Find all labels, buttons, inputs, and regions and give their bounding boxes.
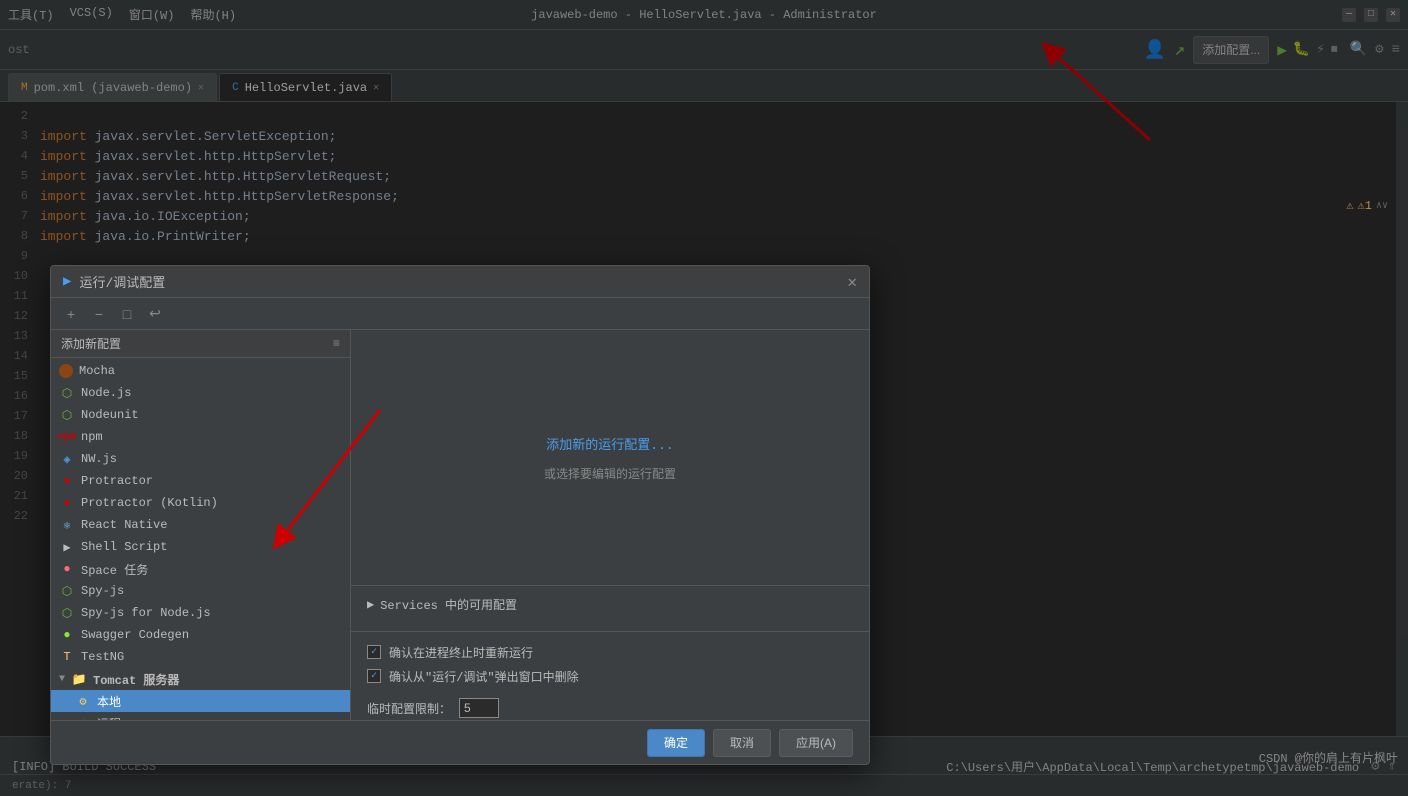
mocha-icon [59,364,73,378]
checkbox-row-delete: 确认从"运行/调试"弹出窗口中删除 [367,664,853,688]
config-item-nwjs[interactable]: ◈ NW.js [51,448,350,470]
config-item-npm[interactable]: npm npm [51,426,350,448]
config-item-nodejs-label: Node.js [81,386,131,400]
checkbox-restart-label: 确认在进程终止时重新运行 [389,644,533,661]
config-list-items[interactable]: Mocha ⬡ Node.js ⬡ Nodeunit npm npm ◈ NW.… [51,358,350,720]
config-item-remote[interactable]: ⚙ 远程 [51,712,350,720]
config-item-protractor[interactable]: ● Protractor [51,470,350,492]
dialog-copy-button[interactable]: □ [115,302,139,326]
checkbox-delete[interactable] [367,669,381,683]
config-item-nodeunit[interactable]: ⬡ Nodeunit [51,404,350,426]
config-item-nodeunit-label: Nodeunit [81,408,139,422]
cancel-button[interactable]: 取消 [713,729,771,757]
config-item-testng[interactable]: T TestNG [51,646,350,668]
config-right-panel: 添加新的运行配置... 或选择要编辑的运行配置 ▶ Services 中的可用配… [351,330,869,720]
nwjs-icon: ◈ [59,451,75,467]
checkbox-delete-label: 确认从"运行/调试"弹出窗口中删除 [389,668,579,685]
config-item-shell-script[interactable]: ▶ Shell Script [51,536,350,558]
add-config-link[interactable]: 添加新的运行配置... [546,434,673,453]
services-header-text: Services 中的可用配置 [380,596,517,613]
apply-button[interactable]: 应用(A) [779,729,853,757]
dialog-footer: 确定 取消 应用(A) [51,720,869,764]
config-list-panel: 添加新配置 ≡ Mocha ⬡ Node.js ⬡ Nodeunit npm [51,330,351,720]
limit-row: 临时配置限制： [351,696,869,720]
ok-button[interactable]: 确定 [647,729,705,757]
shell-script-icon: ▶ [59,539,75,555]
config-item-tomcat-label: Tomcat 服务器 [93,671,179,688]
spyjs-icon: ⬡ [59,583,75,599]
limit-input[interactable] [459,698,499,718]
config-item-testng-label: TestNG [81,650,124,664]
nodeunit-icon: ⬡ [59,407,75,423]
config-item-space[interactable]: ● Space 任务 [51,558,350,580]
config-item-spyjs-label: Spy-js [81,584,124,598]
dialog-titlebar: ▶ 运行/调试配置 ✕ [51,266,869,298]
spyjs-nodejs-icon: ⬡ [59,605,75,621]
add-config-hint: 或选择要编辑的运行配置 [544,465,676,482]
dialog-add-button[interactable]: + [59,302,83,326]
config-item-protractor-kotlin-label: Protractor (Kotlin) [81,496,218,510]
config-item-swagger[interactable]: ● Swagger Codegen [51,624,350,646]
config-item-mocha[interactable]: Mocha [51,360,350,382]
testng-icon: T [59,649,75,665]
dialog-toolbar: + − □ ↩ [51,298,869,330]
config-center-area: 添加新的运行配置... 或选择要编辑的运行配置 [351,330,869,585]
services-arrow-icon: ▶ [367,597,374,612]
config-item-nodejs[interactable]: ⬡ Node.js [51,382,350,404]
config-list-header: 添加新配置 ≡ [51,330,350,358]
tomcat-folder-icon: 📁 [71,671,87,687]
dialog-body: 添加新配置 ≡ Mocha ⬡ Node.js ⬡ Nodeunit npm [51,330,869,720]
run-debug-config-dialog: ▶ 运行/调试配置 ✕ + − □ ↩ 添加新配置 ≡ Mocha ⬡ [50,265,870,765]
dialog-title: ▶ 运行/调试配置 [63,272,165,291]
csdn-watermark: CSDN @你的肩上有片枫叶 [1259,749,1398,766]
nodejs-icon: ⬡ [59,385,75,401]
config-item-tomcat-group[interactable]: ▼ 📁 Tomcat 服务器 [51,668,350,690]
swagger-icon: ● [59,627,75,643]
dialog-close-button[interactable]: ✕ [847,272,857,292]
checkbox-restart[interactable] [367,645,381,659]
dialog-title-text: 运行/调试配置 [79,272,165,291]
config-item-swagger-label: Swagger Codegen [81,628,189,642]
checkbox-row-restart: 确认在进程终止时重新运行 [367,640,853,664]
config-item-react-native-label: React Native [81,518,167,532]
dialog-remove-button[interactable]: − [87,302,111,326]
config-item-mocha-label: Mocha [79,364,115,378]
protractor-icon: ● [59,473,75,489]
limit-label: 临时配置限制： [367,700,451,717]
services-section: ▶ Services 中的可用配置 [351,585,869,631]
config-item-react-native[interactable]: ⚛ React Native [51,514,350,536]
checkboxes-section: 确认在进程终止时重新运行 确认从"运行/调试"弹出窗口中删除 [351,631,869,696]
config-item-local-label: 本地 [97,693,121,710]
config-item-nwjs-label: NW.js [81,452,117,466]
config-item-space-label: Space 任务 [81,561,148,578]
dialog-move-button[interactable]: ↩ [143,302,167,326]
config-item-spyjs[interactable]: ⬡ Spy-js [51,580,350,602]
config-item-spyjs-nodejs-label: Spy-js for Node.js [81,606,211,620]
protractor-kotlin-icon: ● [59,495,75,511]
dialog-icon: ▶ [63,273,71,290]
npm-icon: npm [59,429,75,445]
local-icon: ⚙ [75,693,91,709]
react-native-icon: ⚛ [59,517,75,533]
config-item-spyjs-nodejs[interactable]: ⬡ Spy-js for Node.js [51,602,350,624]
config-item-npm-label: npm [81,430,103,444]
config-list-sort-icon[interactable]: ≡ [333,337,340,351]
config-item-protractor-label: Protractor [81,474,153,488]
services-header[interactable]: ▶ Services 中的可用配置 [367,596,853,613]
config-item-protractor-kotlin[interactable]: ● Protractor (Kotlin) [51,492,350,514]
config-item-local[interactable]: ⚙ 本地 [51,690,350,712]
tomcat-collapse-icon: ▼ [59,674,65,685]
config-list-title: 添加新配置 [61,335,121,352]
space-icon: ● [59,561,75,577]
config-item-shell-script-label: Shell Script [81,540,167,554]
